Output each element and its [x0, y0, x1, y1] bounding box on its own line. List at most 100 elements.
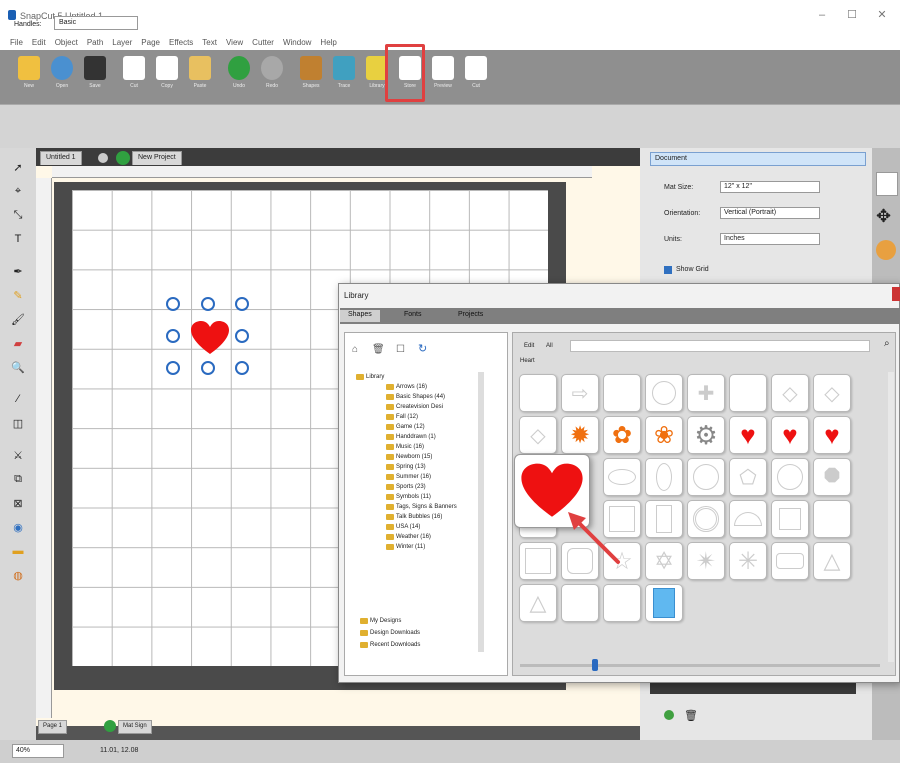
rotate-handle-icon[interactable] [166, 297, 180, 311]
shape-tile[interactable]: ✳ [729, 542, 767, 580]
shape-tile[interactable]: ✡ [645, 542, 683, 580]
palette-icon[interactable] [876, 240, 896, 260]
home-icon[interactable]: ⌂ [352, 344, 358, 355]
tree-item[interactable]: Winter (11) [386, 544, 425, 550]
menu-page[interactable]: Page [141, 36, 160, 50]
new-folder-icon[interactable]: ☐ [396, 344, 405, 355]
shapes-scrollbar[interactable] [888, 372, 894, 662]
shape-tile[interactable] [687, 458, 725, 496]
tree-item[interactable]: USA (14) [386, 524, 420, 530]
heart-shape-tile[interactable]: ♥ [729, 416, 767, 454]
tree-item[interactable]: My Designs [360, 618, 401, 624]
show-grid-checkbox[interactable] [664, 266, 672, 274]
rotate-handle-icon[interactable] [235, 361, 249, 375]
shape-tile[interactable] [729, 374, 767, 412]
shape-tile[interactable] [561, 584, 599, 622]
tree-item[interactable]: Spring (13) [386, 464, 426, 470]
trash-icon[interactable]: 🗑 [684, 709, 698, 722]
filter-edit[interactable]: Edit [524, 343, 534, 349]
shape-tile[interactable] [771, 500, 809, 538]
selected-heart-shape[interactable] [190, 320, 230, 356]
close-button[interactable]: ✕ [872, 8, 892, 22]
menu-help[interactable]: Help [320, 36, 336, 50]
color-icon[interactable]: ◍ [8, 566, 28, 584]
shape-tile[interactable]: △ [519, 584, 557, 622]
tree-item[interactable]: Summer (16) [386, 474, 431, 480]
tree-item[interactable]: Fall (12) [386, 414, 418, 420]
menu-path[interactable]: Path [87, 36, 103, 50]
shadow-icon[interactable]: ⊠ [8, 494, 28, 512]
shape-tile[interactable]: ✴ [687, 542, 725, 580]
menu-file[interactable]: File [10, 36, 23, 50]
paste-button[interactable]: Paste [185, 50, 215, 89]
menu-view[interactable]: View [226, 36, 243, 50]
menu-object[interactable]: Object [55, 36, 78, 50]
slider-thumb[interactable] [592, 659, 598, 671]
search-icon[interactable]: ⌕ [884, 338, 890, 349]
units-select[interactable]: Inches [720, 233, 820, 245]
tab-fonts[interactable]: Fonts [396, 310, 430, 322]
rotate-handle-icon[interactable] [166, 361, 180, 375]
rotate-handle-icon[interactable] [235, 297, 249, 311]
zoom-select[interactable]: 40% [12, 744, 64, 758]
minimize-button[interactable]: – [812, 8, 832, 22]
brush-icon[interactable]: 🖌 [8, 310, 28, 328]
move-icon[interactable]: ✥ [876, 206, 891, 227]
cut-send-button[interactable]: Cut [461, 50, 491, 89]
mat-size-select[interactable]: 12" x 12" [720, 181, 820, 193]
shape-tile[interactable] [519, 542, 557, 580]
shape-tile[interactable] [771, 542, 809, 580]
add-tab-icon[interactable] [116, 151, 130, 165]
undo-button[interactable]: Undo [224, 50, 254, 89]
menu-cutter[interactable]: Cutter [252, 36, 274, 50]
zoom-icon[interactable]: 🔍 [8, 358, 28, 376]
tree-item[interactable]: Weather (16) [386, 534, 431, 540]
shape-tile[interactable]: ◇ [519, 416, 557, 454]
add-layer-icon[interactable] [664, 710, 674, 720]
shape-tile[interactable] [645, 374, 683, 412]
sun-shape-tile[interactable]: ✹ [561, 416, 599, 454]
tree-item[interactable]: Createvision Desi [386, 404, 443, 410]
shape-tile[interactable] [813, 500, 851, 538]
cut-button[interactable]: Cut [119, 50, 149, 89]
shape-tile[interactable]: ⯃ [813, 458, 851, 496]
shape-tile[interactable] [645, 500, 683, 538]
heart-shape-tile[interactable]: ♥ [771, 416, 809, 454]
select-arrow-icon[interactable]: ➚ [8, 158, 28, 176]
fill-icon[interactable]: ◉ [8, 518, 28, 536]
tab-projects[interactable]: Projects [450, 310, 491, 322]
tab-new-project[interactable]: New Project [132, 151, 182, 165]
shape-tile[interactable]: △ [813, 542, 851, 580]
scale-handle-icon[interactable] [201, 297, 215, 311]
tree-item[interactable]: Newborn (15) [386, 454, 432, 460]
tab-shapes[interactable]: Shapes [340, 310, 380, 322]
tree-item[interactable]: Symbols (11) [386, 494, 431, 500]
shape-tile[interactable] [687, 500, 725, 538]
orientation-select[interactable]: Vertical (Portrait) [720, 207, 820, 219]
shapes-button[interactable]: Shapes [296, 50, 326, 89]
tree-item[interactable]: Design Downloads [360, 630, 420, 636]
page-name-tab[interactable]: Mat Sign [118, 720, 152, 734]
tab-untitled-1[interactable]: Untitled 1 [40, 151, 82, 165]
tree-root[interactable]: Library [356, 374, 384, 380]
gear-shape-tile[interactable]: ⚙ [687, 416, 725, 454]
node-edit-icon[interactable]: ⌖ [8, 182, 28, 200]
menu-window[interactable]: Window [283, 36, 311, 50]
text-icon[interactable]: T [8, 230, 28, 248]
flower-shape-tile[interactable]: ❀ [645, 416, 683, 454]
tab-close-icon[interactable] [98, 153, 108, 163]
menu-effects[interactable]: Effects [169, 36, 193, 50]
filter-all[interactable]: All [546, 343, 553, 349]
tile-size-slider[interactable] [520, 664, 880, 667]
tree-scrollbar[interactable] [478, 372, 484, 652]
rhinestone-icon[interactable]: ▬ [8, 542, 28, 560]
refresh-icon[interactable]: ↻ [418, 342, 427, 355]
preview-button[interactable]: Preview [428, 50, 458, 89]
trace-button[interactable]: Trace [329, 50, 359, 89]
scale-handle-icon[interactable] [235, 329, 249, 343]
shape-tile[interactable] [645, 584, 683, 622]
shape-tile[interactable]: ⬠ [729, 458, 767, 496]
scale-handle-icon[interactable] [201, 361, 215, 375]
page-tab[interactable]: Page 1 [38, 720, 68, 734]
delete-icon[interactable]: 🗑 [372, 344, 385, 355]
